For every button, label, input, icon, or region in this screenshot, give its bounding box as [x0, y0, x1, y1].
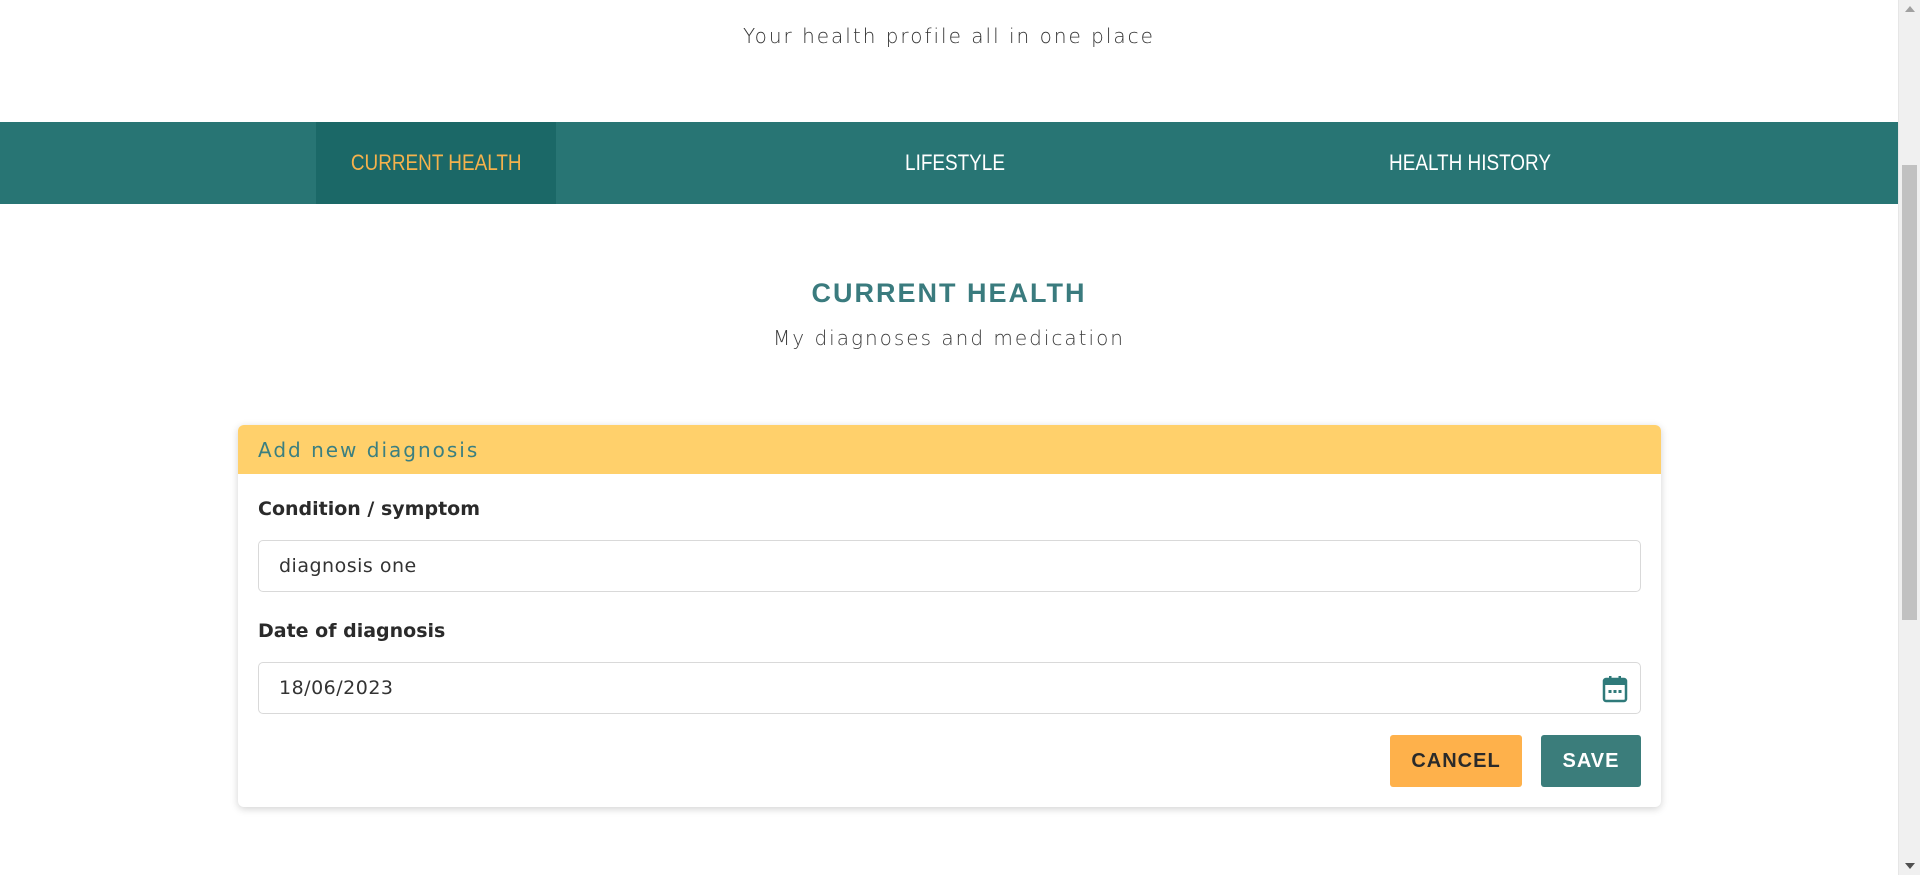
page-tagline: Your health profile all in one place — [743, 24, 1155, 48]
condition-input[interactable]: diagnosis one — [258, 540, 1641, 592]
tab-health-history[interactable]: HEALTH HISTORY — [1371, 122, 1569, 204]
card-title: Add new diagnosis — [238, 425, 1661, 474]
tab-bar: CURRENT HEALTH LIFESTYLE HEALTH HISTORY — [0, 122, 1898, 204]
date-label: Date of diagnosis — [258, 620, 446, 642]
section-title: CURRENT HEALTH — [811, 278, 1087, 308]
calendar-icon[interactable] — [1602, 675, 1628, 703]
date-input-value: 18/06/2023 — [279, 677, 394, 699]
cancel-button[interactable]: CANCEL — [1390, 735, 1522, 787]
scroll-up-arrow-icon[interactable] — [1905, 6, 1915, 12]
scroll-down-arrow-icon[interactable] — [1905, 863, 1915, 869]
condition-input-value: diagnosis one — [279, 555, 417, 577]
scrollbar-thumb[interactable] — [1902, 165, 1917, 620]
tab-current-health[interactable]: CURRENT HEALTH — [316, 122, 556, 204]
condition-label: Condition / symptom — [258, 498, 481, 520]
tab-current-health-label: CURRENT HEALTH — [350, 150, 522, 175]
tab-lifestyle[interactable]: LIFESTYLE — [869, 122, 1041, 204]
save-button[interactable]: SAVE — [1541, 735, 1641, 787]
section-subtitle: My diagnoses and medication — [773, 326, 1125, 350]
vertical-scrollbar[interactable] — [1898, 0, 1920, 875]
page: Your health profile all in one place CUR… — [0, 0, 1898, 875]
add-diagnosis-card: Add new diagnosis Condition / symptom di… — [238, 425, 1661, 807]
date-input[interactable]: 18/06/2023 — [258, 662, 1641, 714]
